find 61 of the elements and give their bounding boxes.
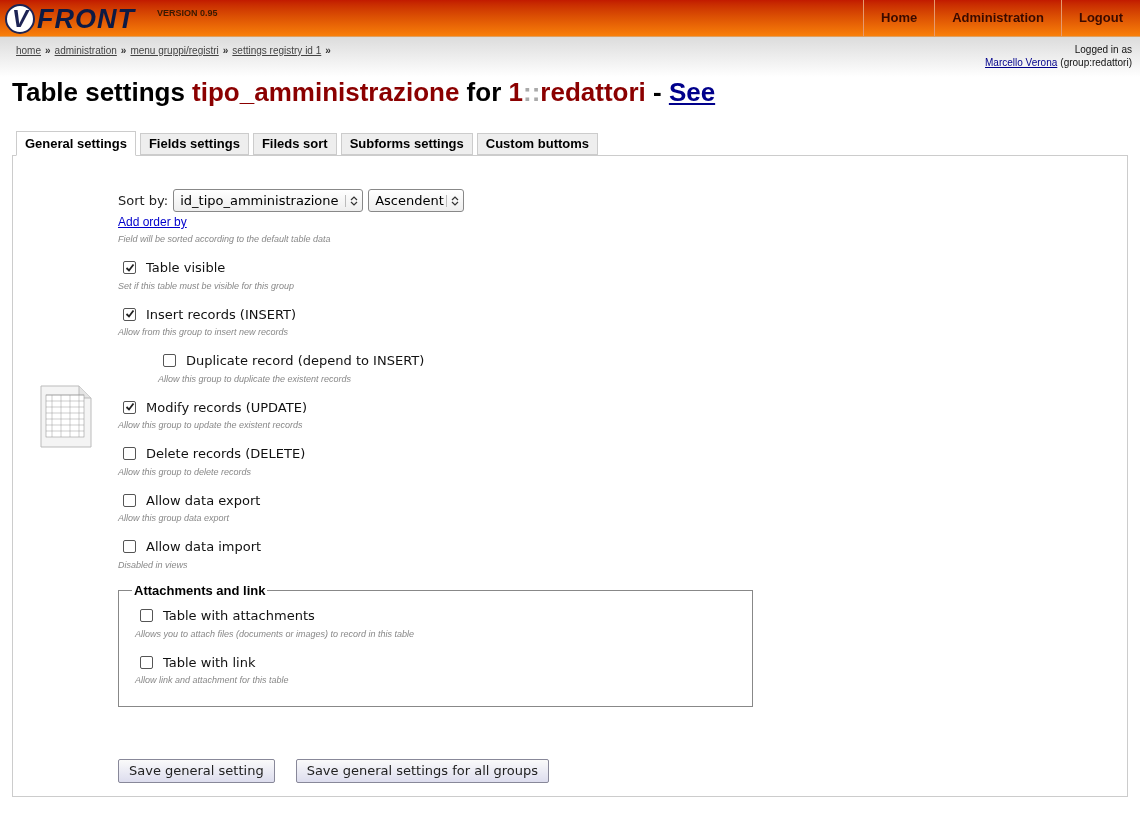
checkbox[interactable]: [140, 655, 153, 669]
nav-link[interactable]: Home: [863, 0, 935, 36]
tab[interactable]: General settings: [16, 131, 136, 156]
sort-label: Sort by:: [118, 191, 169, 210]
breadcrumb-separator: »: [120, 44, 127, 58]
sort-field-select[interactable]: id_tipo_amministrazione: [173, 189, 364, 212]
option-label: Table with attachments: [163, 607, 315, 625]
option-label: Allow data export: [146, 491, 261, 510]
option-hint: Disabled in views: [118, 558, 189, 571]
option-hint: Set if this table must be visible for this group: [118, 279, 296, 292]
checkbox[interactable]: [123, 447, 136, 461]
breadcrumb-separator: »: [45, 44, 51, 58]
breadcrumb-separator: »: [222, 44, 229, 58]
breadcrumb-link[interactable]: menu gruppi/registri: [130, 43, 219, 58]
option-hint: Allow link and attachment for this table: [135, 674, 290, 686]
option-hint: Allow from this group to insert new records: [118, 326, 290, 338]
option-hint: Allow this group to delete records: [118, 465, 253, 478]
option-hint: Allow this group to duplicate the existent records: [158, 372, 353, 385]
version-label: VERSION 0.95: [157, 7, 218, 20]
option-hint: Allows you to attach files (documents or images) to record in this table: [135, 627, 416, 640]
spreadsheet-icon: [39, 385, 93, 449]
option-label: Duplicate record (depend to INSERT): [186, 352, 425, 370]
up-down-caret-icon: [350, 194, 359, 207]
save-button[interactable]: Save general setting: [118, 758, 275, 783]
save-button[interactable]: Save general settings for all groups: [295, 758, 550, 783]
checkbox[interactable]: [123, 400, 136, 414]
user-group: (group:redattori): [1060, 56, 1132, 69]
logo-text: FRONT: [37, 4, 135, 34]
nav-link[interactable]: Administration: [934, 0, 1061, 36]
sort-hint: Field will be sorted according to the default table data: [118, 233, 332, 245]
nav-link[interactable]: Logout: [1060, 0, 1140, 36]
tab[interactable]: Custom buttoms: [476, 133, 599, 155]
logo-badge: V: [5, 4, 35, 34]
add-order-link[interactable]: Add order by: [118, 213, 187, 231]
option-label: Table with link: [163, 653, 256, 672]
fieldset-legend: Attachments and link: [132, 580, 268, 600]
option-label: Delete records (DELETE): [146, 445, 306, 463]
checkbox[interactable]: [140, 609, 153, 623]
tab[interactable]: Subforms settings: [340, 133, 473, 155]
up-down-caret-icon: [451, 194, 460, 207]
breadcrumb-separator: »: [325, 44, 331, 58]
option-hint: Allow this group to update the existent records: [118, 419, 304, 431]
user-link[interactable]: Marcello Verona: [985, 56, 1058, 69]
checkbox[interactable]: [123, 307, 136, 321]
sort-direction-select[interactable]: Ascendent: [368, 189, 465, 212]
checkbox[interactable]: [123, 261, 136, 275]
checkbox[interactable]: [123, 493, 136, 507]
option-label: Table visible: [146, 259, 226, 277]
breadcrumb-link[interactable]: administration: [54, 43, 117, 58]
breadcrumb-link[interactable]: settings registry id 1: [232, 43, 322, 58]
option-hint: Allow this group data export: [118, 512, 231, 524]
page-title: Table settings tipo_amministrazione for 1::redattori - See: [11, 77, 717, 107]
checkbox[interactable]: [163, 354, 176, 368]
checkbox[interactable]: [123, 540, 136, 554]
option-label: Modify records (UPDATE): [146, 398, 307, 417]
tab[interactable]: Fileds sort: [252, 133, 337, 155]
option-label: Allow data import: [146, 538, 262, 556]
option-label: Insert records (INSERT): [146, 305, 297, 324]
tab[interactable]: Fields settings: [139, 133, 249, 155]
logged-in-label: Logged in as: [1074, 43, 1132, 56]
breadcrumb-link[interactable]: home: [16, 43, 41, 58]
